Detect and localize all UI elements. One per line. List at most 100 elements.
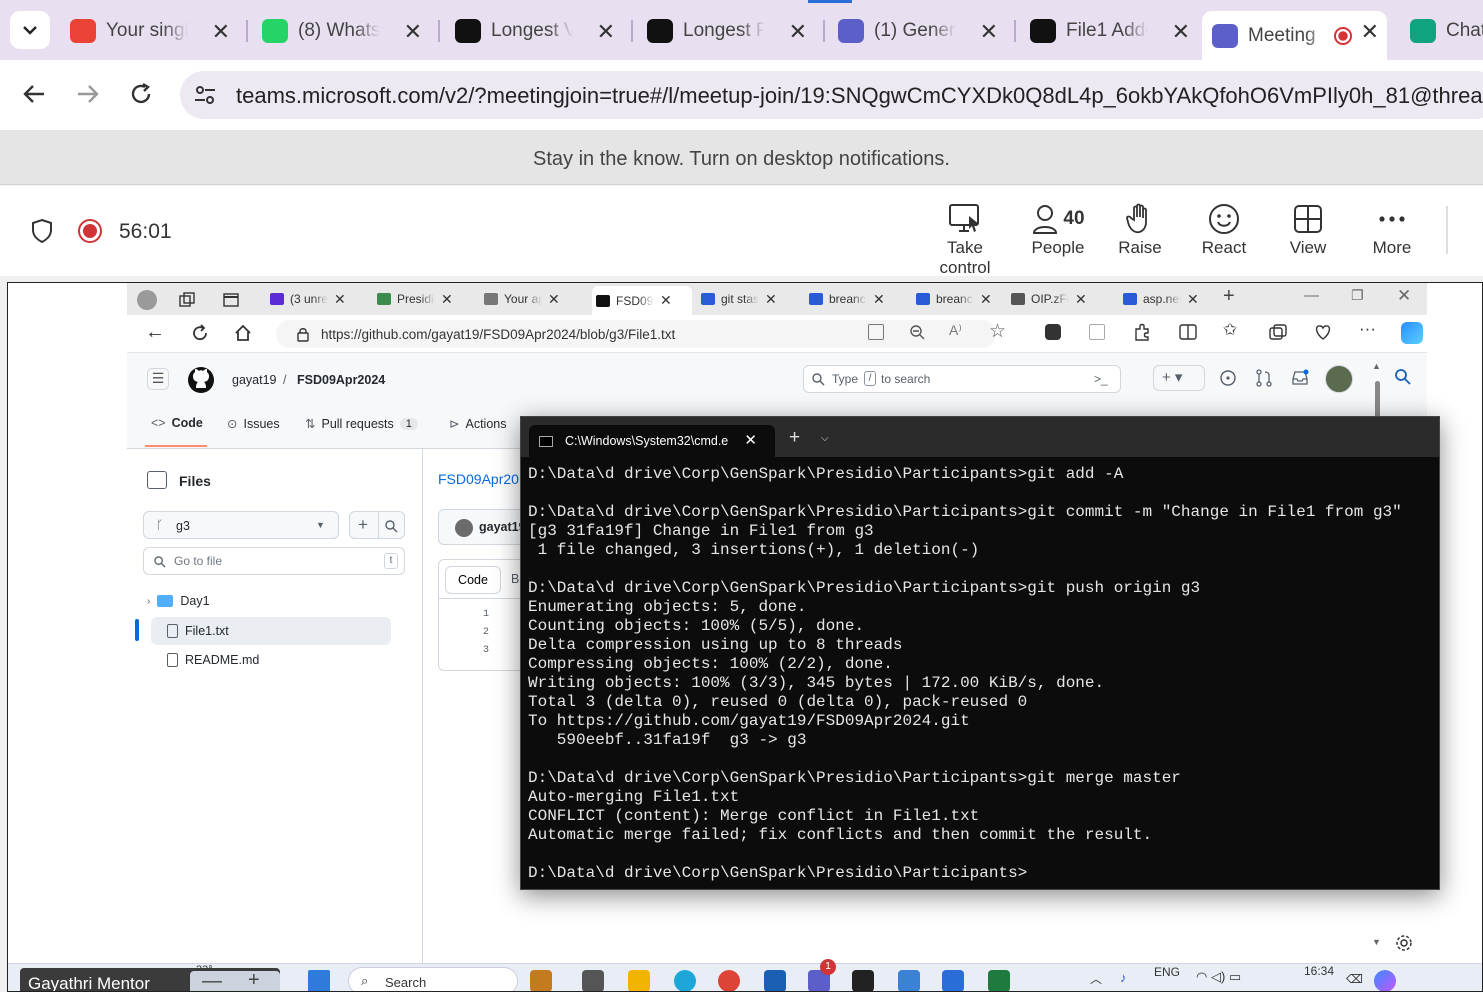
reload-icon[interactable]: [129, 82, 153, 106]
tree-file-readme[interactable]: README.md: [167, 647, 259, 673]
user-avatar[interactable]: [1325, 365, 1353, 393]
browser-tab[interactable]: (1) General ✕: [838, 11, 998, 51]
pull-requests-icon[interactable]: [1255, 369, 1273, 387]
code-view-tab[interactable]: Code: [445, 566, 501, 594]
close-tab-icon[interactable]: ✕: [212, 19, 230, 45]
home-icon[interactable]: [234, 324, 252, 342]
site-settings-icon[interactable]: [193, 83, 217, 107]
forward-icon[interactable]: [76, 83, 100, 105]
favorite-icon[interactable]: ☆: [989, 320, 1006, 343]
tab-code[interactable]: <> Code: [151, 416, 203, 430]
shared-browser-tab[interactable]: Presidio ✕: [377, 288, 477, 310]
close-tab-icon[interactable]: ✕: [1172, 19, 1190, 45]
tree-folder-day1[interactable]: › Day1: [147, 588, 210, 614]
go-to-file-input[interactable]: Go to file t: [143, 547, 405, 575]
new-terminal-tab-icon[interactable]: +: [789, 427, 800, 449]
close-tab-icon[interactable]: ✕: [1075, 291, 1087, 308]
shared-browser-tab[interactable]: OIP.zFc ✕: [1011, 288, 1111, 310]
shared-browser-tab[interactable]: breanch ✕: [809, 288, 909, 310]
shared-browser-tab[interactable]: FSD09Apr ✕: [592, 286, 692, 315]
react-button[interactable]: React: [1182, 200, 1266, 264]
branch-selector[interactable]: ᚴ g3 ▼: [143, 511, 339, 539]
search-icon[interactable]: [1395, 369, 1411, 385]
chevron-up-icon[interactable]: ︿: [1090, 970, 1102, 987]
settings-more-icon[interactable]: ···: [1359, 319, 1376, 339]
refresh-icon[interactable]: [191, 324, 209, 342]
close-tab-icon[interactable]: ✕: [1361, 19, 1379, 45]
close-tab-icon[interactable]: ✕: [404, 19, 422, 45]
close-tab-icon[interactable]: ✕: [765, 291, 777, 308]
read-aloud-icon[interactable]: A⁾: [949, 322, 962, 339]
profile-avatar-icon[interactable]: [137, 290, 157, 310]
shared-browser-tab[interactable]: git stash ✕: [701, 288, 801, 310]
issues-icon[interactable]: [1219, 369, 1237, 387]
shared-browser-tab[interactable]: asp.net ✕: [1123, 288, 1223, 310]
zoom-out-icon[interactable]: —: [202, 970, 222, 991]
close-tab-icon[interactable]: ✕: [1187, 291, 1199, 308]
taskbar-search[interactable]: ⌕ Search: [348, 967, 518, 991]
zoom-out-icon[interactable]: [909, 324, 925, 340]
close-tab-icon[interactable]: ✕: [873, 291, 885, 308]
copilot-icon[interactable]: [1374, 970, 1396, 991]
terminal-icon[interactable]: [852, 970, 874, 991]
language-indicator[interactable]: ENG: [1154, 965, 1180, 979]
restore-icon[interactable]: ❐: [1351, 287, 1364, 304]
close-tab-icon[interactable]: ✕: [597, 19, 615, 45]
create-new-button[interactable]: + ▾: [1153, 365, 1205, 391]
minimize-icon[interactable]: —: [1304, 287, 1319, 304]
new-tab-icon[interactable]: +: [1223, 285, 1235, 308]
repo-owner-link[interactable]: gayat19: [232, 373, 276, 387]
gear-icon[interactable]: [1395, 934, 1413, 952]
app-available-icon[interactable]: [868, 324, 884, 340]
tab-actions-icon[interactable]: [223, 292, 239, 308]
collections-icon[interactable]: [1269, 324, 1287, 340]
outlook-icon[interactable]: [764, 970, 786, 991]
close-tab-icon[interactable]: ✕: [334, 291, 346, 308]
extensions-icon[interactable]: [1133, 323, 1151, 341]
copilot-icon[interactable]: [1401, 322, 1423, 344]
people-button[interactable]: 40 People: [1016, 200, 1100, 264]
close-tab-icon[interactable]: ✕: [548, 291, 560, 308]
close-tab-icon[interactable]: ✕: [980, 19, 998, 45]
close-tab-icon[interactable]: ✕: [441, 291, 453, 308]
terminal-tab[interactable]: C:\Windows\System32\cmd.e ✕: [529, 425, 775, 457]
raise-hand-button[interactable]: Raise: [1098, 200, 1182, 264]
close-tab-icon[interactable]: ✕: [660, 292, 672, 309]
repo-name-link[interactable]: FSD09Apr2024: [297, 373, 385, 387]
scroll-down-icon[interactable]: ▼: [1372, 937, 1381, 947]
browser-tab[interactable]: Longest Pal ✕: [647, 11, 807, 51]
back-icon[interactable]: ←: [145, 321, 165, 344]
app-icon[interactable]: [530, 970, 552, 991]
shared-browser-tab[interactable]: breanch ✕: [916, 288, 1016, 310]
browser-tab[interactable]: Longest Valid ✕: [455, 11, 615, 51]
calendar-icon[interactable]: [898, 970, 920, 991]
commit-author[interactable]: gayat19: [479, 520, 526, 534]
shield-icon[interactable]: [30, 218, 54, 244]
blame-view-tab[interactable]: B: [511, 572, 519, 586]
close-tab-icon[interactable]: ✕: [789, 19, 807, 45]
wifi-volume-battery-icon[interactable]: ◠ ◁) ▭: [1196, 969, 1241, 985]
tab-issues[interactable]: ⊙ Issues: [227, 416, 280, 432]
more-button[interactable]: More: [1350, 200, 1434, 264]
add-file-icon[interactable]: +: [358, 515, 368, 535]
hamburger-menu-icon[interactable]: ☰: [147, 368, 169, 390]
tree-file-file1[interactable]: File1.txt: [167, 618, 229, 644]
tab-list-dropdown[interactable]: [10, 11, 50, 49]
shared-browser-tab[interactable]: Your app ✕: [484, 288, 584, 310]
collapse-sidebar-icon[interactable]: [147, 471, 167, 489]
windows-start-icon[interactable]: [308, 970, 330, 991]
browser-tab[interactable]: Meeting ✕: [1202, 11, 1387, 60]
github-logo-icon[interactable]: [187, 366, 215, 394]
workspaces-icon[interactable]: [179, 292, 195, 308]
close-tab-icon[interactable]: ✕: [980, 291, 992, 308]
view-button[interactable]: View: [1266, 200, 1350, 264]
browser-essentials-icon[interactable]: [1314, 324, 1332, 340]
command-palette-icon[interactable]: >_: [1094, 372, 1108, 386]
browser-tab[interactable]: File1 Added ✕: [1030, 11, 1190, 51]
tab-pull-requests[interactable]: ⇅ Pull requests 1: [305, 416, 418, 431]
take-control-button[interactable]: Take control: [920, 200, 1010, 277]
terminal-output[interactable]: D:\Data\d drive\Corp\GenSpark\Presidio\P…: [528, 465, 1433, 885]
zoom-in-icon[interactable]: +: [248, 969, 260, 991]
close-window-icon[interactable]: ✕: [1397, 286, 1411, 306]
extension-icon[interactable]: [1089, 324, 1105, 340]
